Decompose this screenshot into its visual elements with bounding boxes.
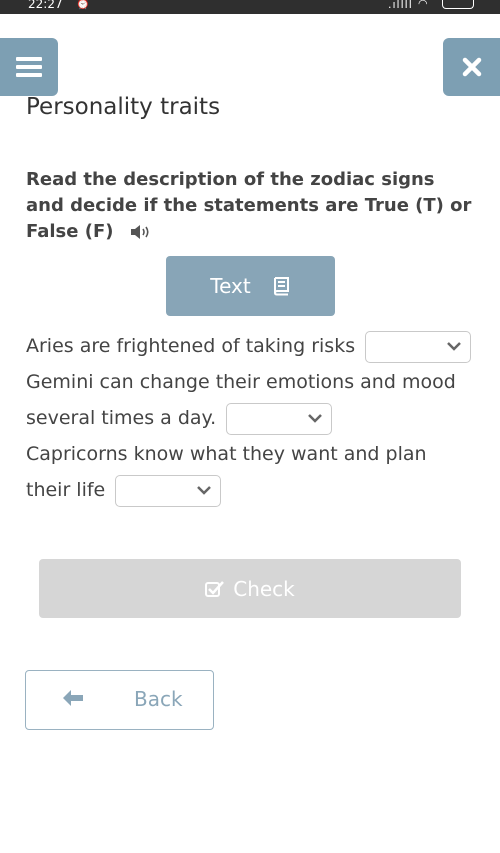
- answer-dropdown-2[interactable]: [226, 402, 333, 435]
- instructions: Read the description of the zodiac signs…: [26, 167, 476, 245]
- instructions-text: Read the description of the zodiac signs…: [26, 169, 472, 242]
- close-button[interactable]: [443, 38, 500, 96]
- chevron-down-icon: [447, 341, 462, 351]
- chevron-down-icon: [308, 413, 323, 423]
- answer-dropdown-3[interactable]: [115, 474, 222, 507]
- check-button-label: Check: [233, 576, 295, 601]
- question-text: Aries are frightened of taking risks: [26, 335, 356, 357]
- hamburger-icon: [16, 57, 42, 77]
- question-text: Capricorns know what they want and plan …: [26, 443, 427, 501]
- alarm-icon: ⏰: [76, 0, 90, 10]
- arrow-left-icon: [63, 690, 83, 706]
- back-button[interactable]: Back: [25, 670, 214, 730]
- questions-list: Aries are frightened of taking risks Gem…: [26, 328, 476, 508]
- text-button[interactable]: Text: [166, 256, 335, 316]
- question-item: Gemini can change their emotions and moo…: [26, 364, 476, 436]
- status-time: 22:27: [28, 0, 63, 11]
- book-icon: [273, 277, 289, 296]
- wifi-icon: ◠: [418, 0, 428, 10]
- question-item: Capricorns know what they want and plan …: [26, 436, 476, 508]
- speaker-icon[interactable]: [130, 224, 152, 240]
- check-button[interactable]: Check: [39, 559, 461, 618]
- back-button-label: Back: [134, 687, 183, 711]
- battery-icon: [442, 0, 474, 9]
- signal-icon: .ıllll: [388, 0, 413, 11]
- question-item: Aries are frightened of taking risks: [26, 328, 476, 364]
- chevron-down-icon: [197, 485, 212, 495]
- text-button-label: Text: [210, 274, 251, 298]
- checkbox-icon: [205, 580, 225, 597]
- page-title: Personality traits: [26, 94, 221, 120]
- answer-dropdown-1[interactable]: [365, 330, 472, 363]
- menu-button[interactable]: [0, 38, 58, 96]
- status-bar: 22:27 ⏰ .ıllll ◠: [0, 0, 500, 14]
- close-icon: [462, 57, 481, 77]
